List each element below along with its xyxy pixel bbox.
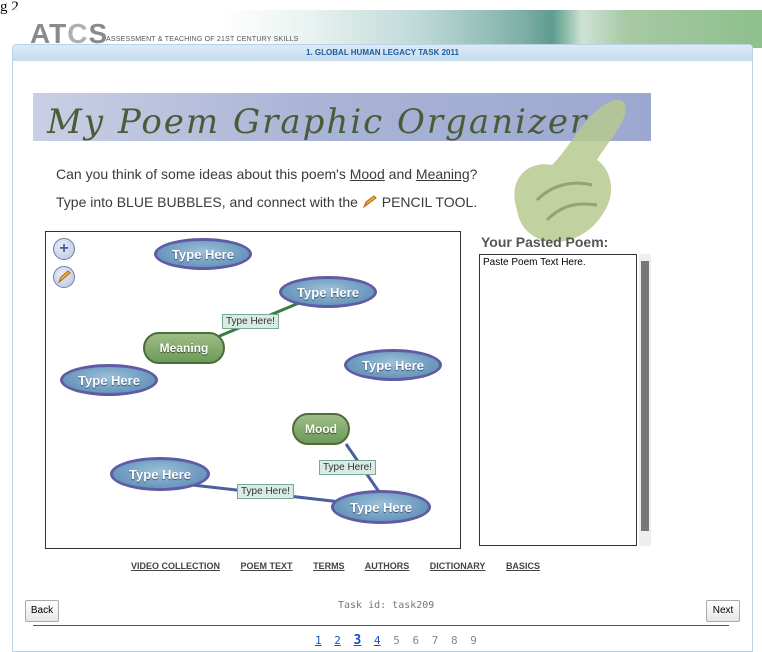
link-poem-text[interactable]: POEM TEXT [241,561,293,571]
poem-scroll-thumb[interactable] [641,261,649,531]
graphic-organizer-canvas[interactable]: + Type Here Type Here Type Here Type Her… [45,231,461,549]
page-link-current[interactable]: 3 [354,633,362,648]
task-frame: 1. GLOBAL HUMAN LEGACY TASK 2011 My Poem… [12,44,753,652]
page-link[interactable]: 1 [315,634,322,647]
prompt-text: ? [469,166,478,182]
page-number: 5 [393,634,400,647]
page-number: 6 [412,634,420,647]
meaning-term: Meaning [415,166,470,182]
poem-panel-title: Your Pasted Poem: [481,234,609,250]
page-number: 8 [450,634,458,647]
link-basics[interactable]: BASICS [506,561,540,571]
idea-bubble[interactable]: Type Here [279,276,377,308]
link-authors[interactable]: AUTHORS [365,561,410,571]
link-label[interactable]: Type Here! [237,484,294,499]
poem-text-area[interactable]: Paste Poem Text Here. [479,254,637,546]
page-link[interactable]: 4 [374,634,381,647]
idea-bubble[interactable]: Type Here [60,364,158,396]
idea-bubble[interactable]: Type Here [110,457,210,491]
link-label[interactable]: Type Here! [319,460,376,475]
page-number: 7 [431,634,439,647]
pencil-icon [362,195,377,209]
back-button[interactable]: Back [25,600,59,622]
pencil-tool-button[interactable] [53,266,75,288]
pencil-icon [57,270,71,284]
page-navigation: 1 2 3 4 5 6 7 8 9 [315,633,483,648]
prompt-line-1: Can you think of some ideas about this p… [56,166,477,182]
prompt-text: Can you think of some ideas about this p… [56,166,350,182]
logo-tagline: ASSESSMENT & TEACHING OF 21ST CENTURY SK… [106,36,299,43]
link-label[interactable]: Type Here! [222,314,279,329]
link-terms[interactable]: TERMS [313,561,345,571]
prompt-text: PENCIL TOOL. [377,194,478,210]
mood-term: Mood [349,166,385,182]
mood-node[interactable]: Mood [292,413,350,445]
link-dictionary[interactable]: DICTIONARY [430,561,486,571]
prompt-text: and [384,166,416,182]
app-header: ATCS ASSESSMENT & TEACHING OF 21ST CENTU… [12,10,762,48]
footer-divider [33,625,729,626]
idea-bubble[interactable]: Type Here [154,238,252,270]
idea-bubble[interactable]: Type Here [344,349,442,381]
next-button[interactable]: Next [706,600,740,622]
prompt-text: Type into BLUE BUBBLES, and connect with… [56,194,362,210]
resource-links: VIDEO COLLECTION POEM TEXT TERMS AUTHORS… [131,561,558,571]
page-link[interactable]: 2 [334,634,341,647]
plus-icon: + [59,240,69,257]
page-number: 9 [470,634,477,647]
link-video-collection[interactable]: VIDEO COLLECTION [131,561,220,571]
task-title-bar: 1. GLOBAL HUMAN LEGACY TASK 2011 [13,45,752,61]
meaning-node[interactable]: Meaning [143,332,225,364]
prompt-line-2: Type into BLUE BUBBLES, and connect with… [56,194,477,210]
add-bubble-button[interactable]: + [53,238,75,260]
idea-bubble[interactable]: Type Here [331,490,431,524]
task-id-label: Task id: task209 [338,600,435,611]
